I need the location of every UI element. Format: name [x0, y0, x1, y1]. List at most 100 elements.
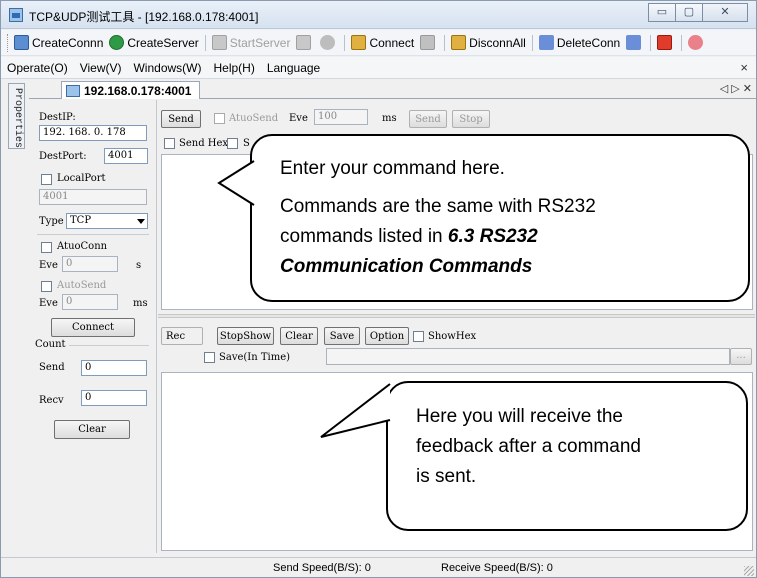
auto-send-toggle[interactable] — [214, 113, 225, 124]
exit-button[interactable] — [657, 35, 675, 50]
settings-button[interactable] — [688, 35, 706, 50]
command-callout-line2: Commands are the same with RS232 — [280, 196, 596, 217]
command-callout-line3: commands listed in 6.3 RS232 — [280, 222, 748, 252]
command-callout-line3-emph: 6.3 RS232 — [447, 226, 538, 247]
save-in-time-label: Save(In Time) — [219, 352, 291, 363]
panel-splitter[interactable] — [158, 314, 755, 318]
menu-operate[interactable]: Operate(O) — [7, 61, 68, 75]
auto-send-checkbox[interactable] — [41, 281, 52, 292]
receive-speed-status: Receive Speed(B/S): 0 — [441, 562, 553, 574]
start-server-icon — [211, 35, 227, 50]
tab-connection[interactable]: 192.168.0.178:4001 — [61, 81, 201, 99]
send-button[interactable]: Send — [161, 110, 201, 128]
option-button[interactable]: Option — [365, 327, 409, 345]
count-label: Count — [35, 339, 66, 350]
auto-send-unit: ms — [133, 298, 148, 309]
stop-show-button[interactable]: StopShow — [217, 327, 274, 345]
toolbar-separator — [650, 34, 652, 51]
stop-button[interactable]: Stop — [452, 110, 490, 128]
title-bar: TCP&UDP测试工具 - [192.168.0.178:4001] ▭ ▢ ✕ — [1, 1, 756, 29]
connect-panel-button[interactable]: Connect — [51, 318, 135, 337]
feedback-callout-pointer — [320, 383, 391, 438]
create-conn-button[interactable]: CreateConnn — [14, 35, 103, 50]
delete-all-button[interactable] — [626, 35, 644, 50]
dest-ip-input[interactable]: 192. 168. 0. 178 — [39, 125, 147, 141]
start-server-button[interactable]: StartServer — [211, 35, 290, 50]
auto-conn-label: AtuoConn — [57, 241, 108, 252]
command-callout-line3-prefix: commands listed in — [280, 226, 448, 247]
feedback-callout-line1: Here you will receive the — [416, 406, 623, 427]
recv-count-label: Recv — [39, 395, 64, 406]
auto-conn-unit: s — [136, 260, 142, 271]
send-option-checkbox[interactable] — [227, 138, 238, 149]
menu-view[interactable]: View(V) — [80, 61, 122, 75]
auto-send-eve-label: Eve — [39, 298, 58, 309]
delete-conn-button[interactable]: DeleteConn — [538, 35, 621, 50]
toolbar-grip[interactable] — [7, 33, 10, 52]
send-eve-label: Eve — [289, 113, 308, 124]
disconnect-all-icon — [451, 35, 467, 50]
close-document-button[interactable]: × — [740, 60, 748, 75]
maximize-button[interactable]: ▢ — [675, 3, 703, 22]
toolbar-separator — [681, 34, 683, 51]
show-hex-checkbox[interactable] — [413, 331, 424, 342]
dest-port-input[interactable]: 4001 — [104, 148, 148, 164]
disconnect-button[interactable] — [420, 35, 438, 50]
auto-conn-eve-label: Eve — [39, 260, 58, 271]
save-button[interactable]: Save — [324, 327, 360, 345]
resize-grip-icon[interactable] — [744, 566, 754, 576]
server-status-button[interactable] — [320, 35, 338, 50]
tab-nav-controls[interactable]: ◁ ▷ ✕ — [720, 82, 752, 95]
local-port-input[interactable]: 4001 — [39, 189, 147, 205]
disconnect-icon — [420, 35, 436, 50]
create-server-label: CreateServer — [127, 35, 199, 50]
divider — [37, 234, 149, 235]
properties-tab-label: Properties — [12, 88, 23, 149]
create-conn-label: CreateConnn — [32, 35, 104, 50]
clear-receive-button[interactable]: Clear — [280, 327, 318, 345]
send-interval-input[interactable]: 100 — [314, 109, 368, 125]
type-select-value: TCP — [70, 215, 92, 226]
save-in-time-checkbox[interactable] — [204, 352, 215, 363]
disconnect-all-button[interactable]: DisconnAll — [451, 35, 526, 50]
toolbar-separator — [204, 34, 206, 51]
menu-help[interactable]: Help(H) — [213, 61, 254, 75]
connect-button[interactable]: Connect — [351, 35, 414, 50]
send-count-value: 0 — [81, 360, 147, 376]
app-icon — [9, 8, 23, 22]
create-server-button[interactable]: CreateServer — [109, 35, 199, 50]
browse-button[interactable]: ... — [730, 348, 752, 365]
menu-language[interactable]: Language — [267, 61, 320, 75]
auto-send-eve-input[interactable]: 0 — [62, 294, 118, 310]
toolbar-separator — [444, 34, 446, 51]
send-auto-button[interactable]: Send — [409, 110, 447, 128]
properties-side-tab[interactable]: Properties — [8, 83, 25, 149]
send-hex-checkbox[interactable] — [164, 138, 175, 149]
recv-count-value: 0 — [81, 390, 147, 406]
divider — [69, 345, 149, 346]
connect-icon — [351, 35, 367, 50]
menu-windows[interactable]: Windows(W) — [133, 61, 201, 75]
auto-send-toggle-label: AtuoSend — [229, 113, 279, 124]
feedback-callout-line2: feedback after a command — [416, 436, 641, 457]
local-port-label: LocalPort — [57, 173, 106, 184]
local-port-checkbox[interactable] — [41, 174, 52, 185]
connection-icon — [66, 84, 80, 97]
exit-icon — [657, 35, 673, 50]
status-bar: Send Speed(B/S): 0 Receive Speed(B/S): 0 — [1, 557, 756, 577]
close-window-button[interactable]: ✕ — [702, 3, 748, 22]
type-select[interactable]: TCP — [66, 213, 148, 229]
stop-server-button[interactable] — [296, 35, 314, 50]
delete-conn-label: DeleteConn — [556, 35, 621, 50]
window-controls: ▭ ▢ ✕ — [648, 3, 748, 22]
toolbar-separator — [344, 34, 346, 51]
dest-port-label: DestPort: — [39, 151, 87, 162]
type-label: Type — [39, 216, 64, 227]
clear-count-button[interactable]: Clear — [54, 420, 130, 439]
save-path-input[interactable] — [326, 348, 730, 365]
stop-server-icon — [296, 35, 312, 50]
auto-conn-eve-input[interactable]: 0 — [62, 256, 118, 272]
minimize-button[interactable]: ▭ — [648, 3, 676, 22]
disconnect-all-label: DisconnAll — [469, 35, 526, 50]
auto-conn-checkbox[interactable] — [41, 242, 52, 253]
